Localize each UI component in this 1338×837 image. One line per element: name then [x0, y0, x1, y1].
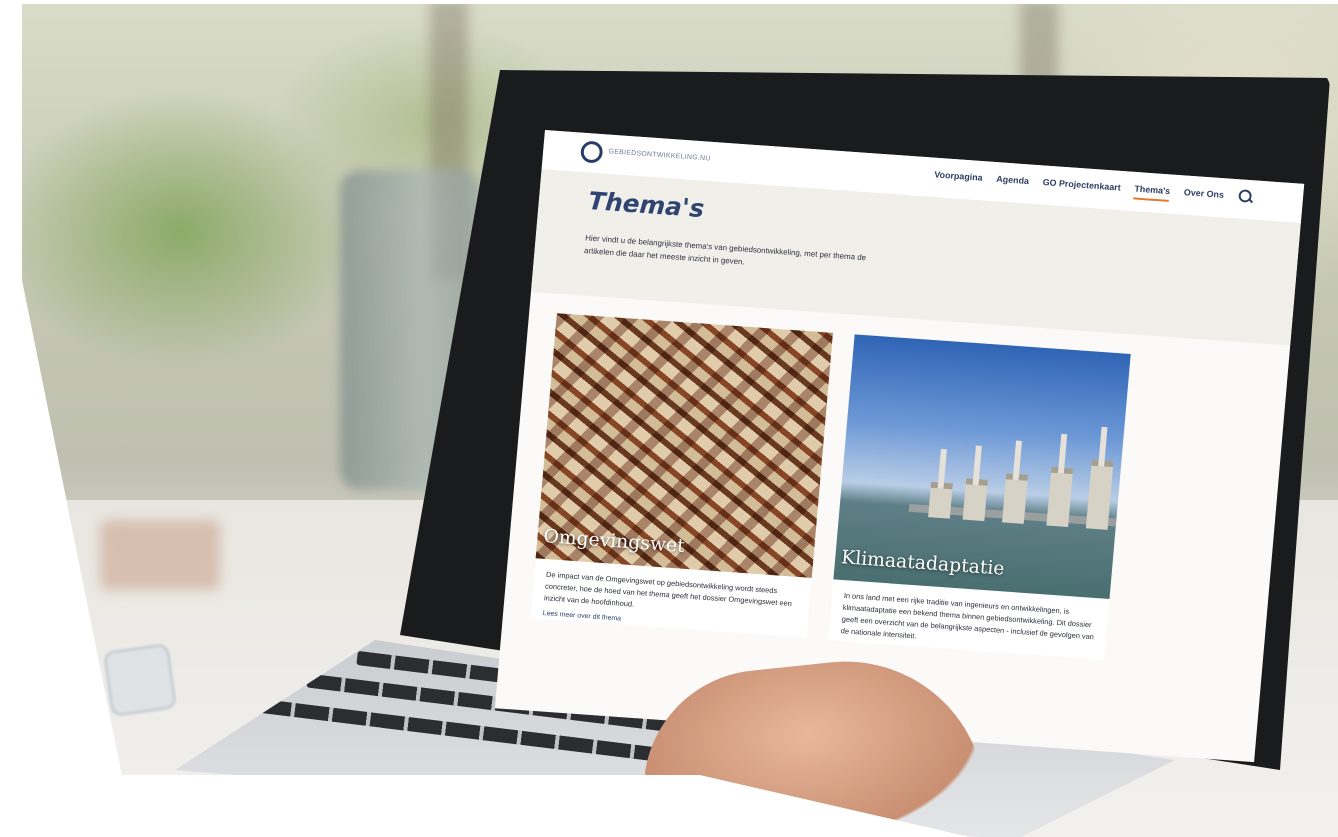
search-icon[interactable]: [1238, 189, 1253, 203]
card-title[interactable]: Omgevingswet: [543, 525, 686, 557]
nav-item-themas[interactable]: Thema's: [1133, 183, 1171, 202]
logo-text[interactable]: GEBIEDSONTWIKKELING.NU: [608, 148, 711, 162]
card-title[interactable]: Klimaatadaptatie: [840, 547, 1005, 580]
nav-item-voorpagina[interactable]: Voorpagina: [933, 170, 983, 189]
barrier-pillar: [928, 481, 953, 519]
nav-item-agenda[interactable]: Agenda: [995, 174, 1029, 192]
barrier-pillar: [1002, 473, 1028, 524]
theme-card-klimaatadaptatie[interactable]: Klimaatadaptatie In ons land met een rij…: [828, 334, 1131, 660]
nav-item-over-ons[interactable]: Over Ons: [1183, 187, 1225, 206]
mug: [100, 520, 220, 590]
books-image[interactable]: Omgevingswet: [535, 313, 833, 578]
logo-icon[interactable]: [579, 140, 604, 164]
theme-card-omgevingswet[interactable]: Omgevingswet De impact van de Omgevingsw…: [530, 313, 833, 638]
storm-barrier-image[interactable]: Klimaatadaptatie: [833, 334, 1131, 599]
page-intro: Hier vindt u de belangrijkste thema's va…: [583, 233, 867, 267]
phone: [106, 646, 174, 714]
page-title: Thema's: [587, 186, 706, 224]
laptop-screen: GEBIEDSONTWIKKELING.NU Voorpagina Agenda…: [494, 130, 1305, 763]
barrier-pillar: [962, 478, 988, 522]
nav-item-projectenkaart[interactable]: GO Projectenkaart: [1042, 177, 1121, 198]
background-photo: GEBIEDSONTWIKKELING.NU Voorpagina Agenda…: [22, 4, 1338, 837]
